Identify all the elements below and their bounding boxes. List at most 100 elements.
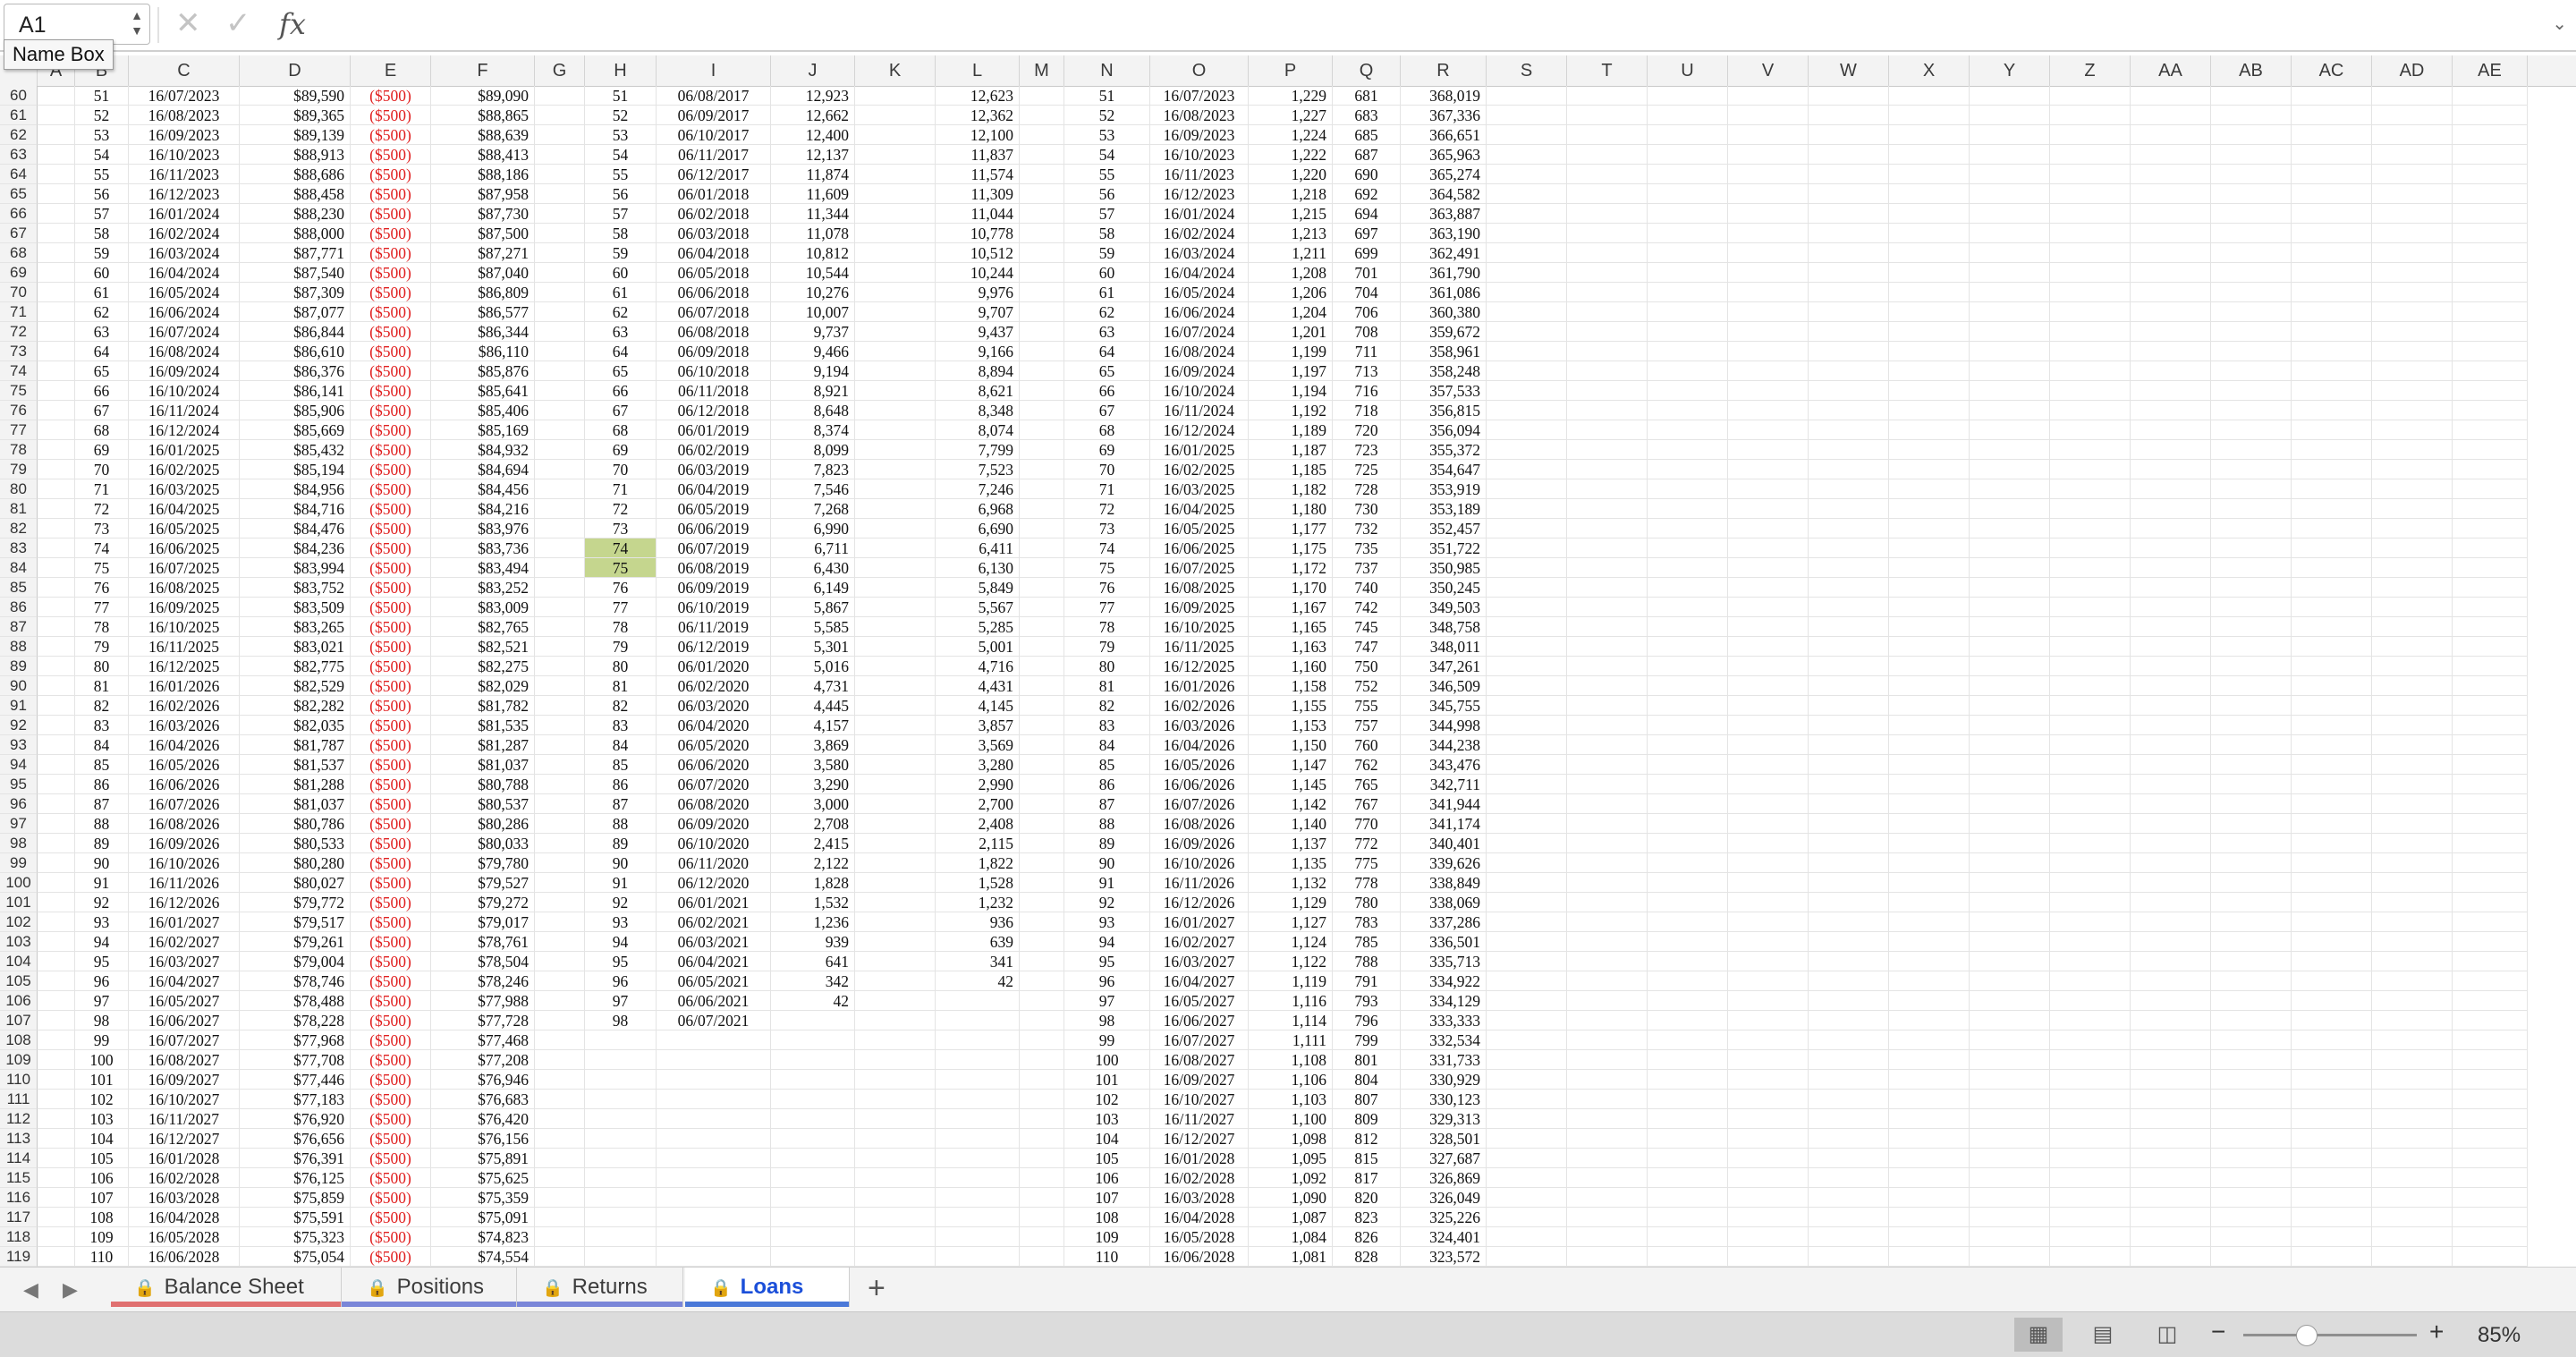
cell-i[interactable]: 06/12/2017 — [657, 165, 771, 184]
cell-u[interactable] — [1648, 676, 1728, 696]
cell-c[interactable]: 16/07/2026 — [129, 794, 240, 814]
cell-n[interactable]: 71 — [1064, 479, 1150, 499]
cell-b[interactable]: 74 — [75, 539, 129, 558]
cell-y[interactable] — [1970, 243, 2050, 263]
cell-m[interactable] — [1020, 381, 1064, 401]
cell-w[interactable] — [1809, 184, 1889, 204]
cell-r[interactable]: 356,815 — [1401, 401, 1487, 420]
cell-w[interactable] — [1809, 1227, 1889, 1247]
cell-f[interactable]: $75,359 — [431, 1188, 535, 1208]
cell-m[interactable] — [1020, 342, 1064, 361]
cell-y[interactable] — [1970, 1050, 2050, 1070]
column-header-ab[interactable]: AB — [2211, 55, 2292, 86]
cell-c[interactable]: 16/05/2026 — [129, 755, 240, 775]
cell-v[interactable] — [1728, 420, 1809, 440]
cell-q[interactable]: 742 — [1333, 598, 1401, 617]
row-header[interactable]: 110 — [0, 1070, 38, 1090]
cell-d[interactable]: $77,708 — [240, 1050, 351, 1070]
cell-r[interactable]: 325,226 — [1401, 1208, 1487, 1227]
cell-x[interactable] — [1889, 952, 1970, 971]
cell-s[interactable] — [1487, 145, 1567, 165]
cell-y[interactable] — [1970, 381, 2050, 401]
cell-u[interactable] — [1648, 499, 1728, 519]
cell-t[interactable] — [1567, 1129, 1648, 1149]
chevron-left-icon[interactable]: ◀ — [23, 1278, 38, 1302]
cell-y[interactable] — [1970, 1030, 2050, 1050]
cell-ae[interactable] — [2453, 342, 2528, 361]
cell-y[interactable] — [1970, 991, 2050, 1011]
cell-u[interactable] — [1648, 1247, 1728, 1267]
cell-n[interactable]: 98 — [1064, 1011, 1150, 1030]
cell-y[interactable] — [1970, 1109, 2050, 1129]
cell-d[interactable]: $84,716 — [240, 499, 351, 519]
cell-aa[interactable] — [2131, 735, 2211, 755]
cell-y[interactable] — [1970, 834, 2050, 853]
cell-l[interactable] — [936, 1129, 1020, 1149]
cell-h[interactable]: 59 — [585, 243, 657, 263]
cell-c[interactable]: 16/11/2024 — [129, 401, 240, 420]
cell-v[interactable] — [1728, 125, 1809, 145]
cell-ac[interactable] — [2292, 145, 2372, 165]
cell-g[interactable] — [535, 834, 585, 853]
cell-u[interactable] — [1648, 834, 1728, 853]
cell-z[interactable] — [2050, 263, 2131, 283]
cell-i[interactable] — [657, 1129, 771, 1149]
cell-h[interactable]: 77 — [585, 598, 657, 617]
cell-p[interactable]: 1,218 — [1249, 184, 1333, 204]
cell-y[interactable] — [1970, 1011, 2050, 1030]
cell-ae[interactable] — [2453, 1090, 2528, 1109]
cell-z[interactable] — [2050, 125, 2131, 145]
cell-q[interactable]: 737 — [1333, 558, 1401, 578]
cell-ad[interactable] — [2372, 1208, 2453, 1227]
cell-h[interactable]: 53 — [585, 125, 657, 145]
cell-ad[interactable] — [2372, 1129, 2453, 1149]
cell-b[interactable]: 63 — [75, 322, 129, 342]
cell-ab[interactable] — [2211, 814, 2292, 834]
cell-ad[interactable] — [2372, 814, 2453, 834]
cell-v[interactable] — [1728, 381, 1809, 401]
row-header[interactable]: 82 — [0, 519, 38, 539]
cell-k[interactable] — [855, 814, 936, 834]
cell-c[interactable]: 16/11/2027 — [129, 1109, 240, 1129]
cell-n[interactable]: 78 — [1064, 617, 1150, 637]
cell-q[interactable]: 826 — [1333, 1227, 1401, 1247]
cell-ae[interactable] — [2453, 1188, 2528, 1208]
cell-ae[interactable] — [2453, 440, 2528, 460]
cell-d[interactable]: $75,859 — [240, 1188, 351, 1208]
cell-f[interactable]: $80,286 — [431, 814, 535, 834]
cell-j[interactable]: 1,532 — [771, 893, 855, 912]
cell-aa[interactable] — [2131, 381, 2211, 401]
cell-b[interactable]: 79 — [75, 637, 129, 657]
cell-u[interactable] — [1648, 342, 1728, 361]
cell-aa[interactable] — [2131, 696, 2211, 716]
cell-ac[interactable] — [2292, 184, 2372, 204]
row-header[interactable]: 98 — [0, 834, 38, 853]
cell-p[interactable]: 1,165 — [1249, 617, 1333, 637]
cell-r[interactable]: 362,491 — [1401, 243, 1487, 263]
cell-t[interactable] — [1567, 814, 1648, 834]
cell-m[interactable] — [1020, 1109, 1064, 1129]
cell-p[interactable]: 1,170 — [1249, 578, 1333, 598]
cell-s[interactable] — [1487, 283, 1567, 302]
cell-ab[interactable] — [2211, 775, 2292, 794]
cell-f[interactable]: $83,736 — [431, 539, 535, 558]
cell-ad[interactable] — [2372, 1030, 2453, 1050]
cell-k[interactable] — [855, 381, 936, 401]
cell-ab[interactable] — [2211, 401, 2292, 420]
chevron-right-icon[interactable]: ▶ — [63, 1278, 78, 1302]
cell-ad[interactable] — [2372, 696, 2453, 716]
cell-ae[interactable] — [2453, 263, 2528, 283]
cell-s[interactable] — [1487, 932, 1567, 952]
cell-w[interactable] — [1809, 1188, 1889, 1208]
cell-o[interactable]: 16/03/2025 — [1150, 479, 1249, 499]
cell-k[interactable] — [855, 952, 936, 971]
cell-aa[interactable] — [2131, 1109, 2211, 1129]
cell-c[interactable]: 16/09/2025 — [129, 598, 240, 617]
cell-z[interactable] — [2050, 794, 2131, 814]
cell-l[interactable]: 11,574 — [936, 165, 1020, 184]
cell-g[interactable] — [535, 578, 585, 598]
cell-a[interactable] — [38, 440, 75, 460]
cell-u[interactable] — [1648, 460, 1728, 479]
cell-m[interactable] — [1020, 932, 1064, 952]
cell-m[interactable] — [1020, 558, 1064, 578]
